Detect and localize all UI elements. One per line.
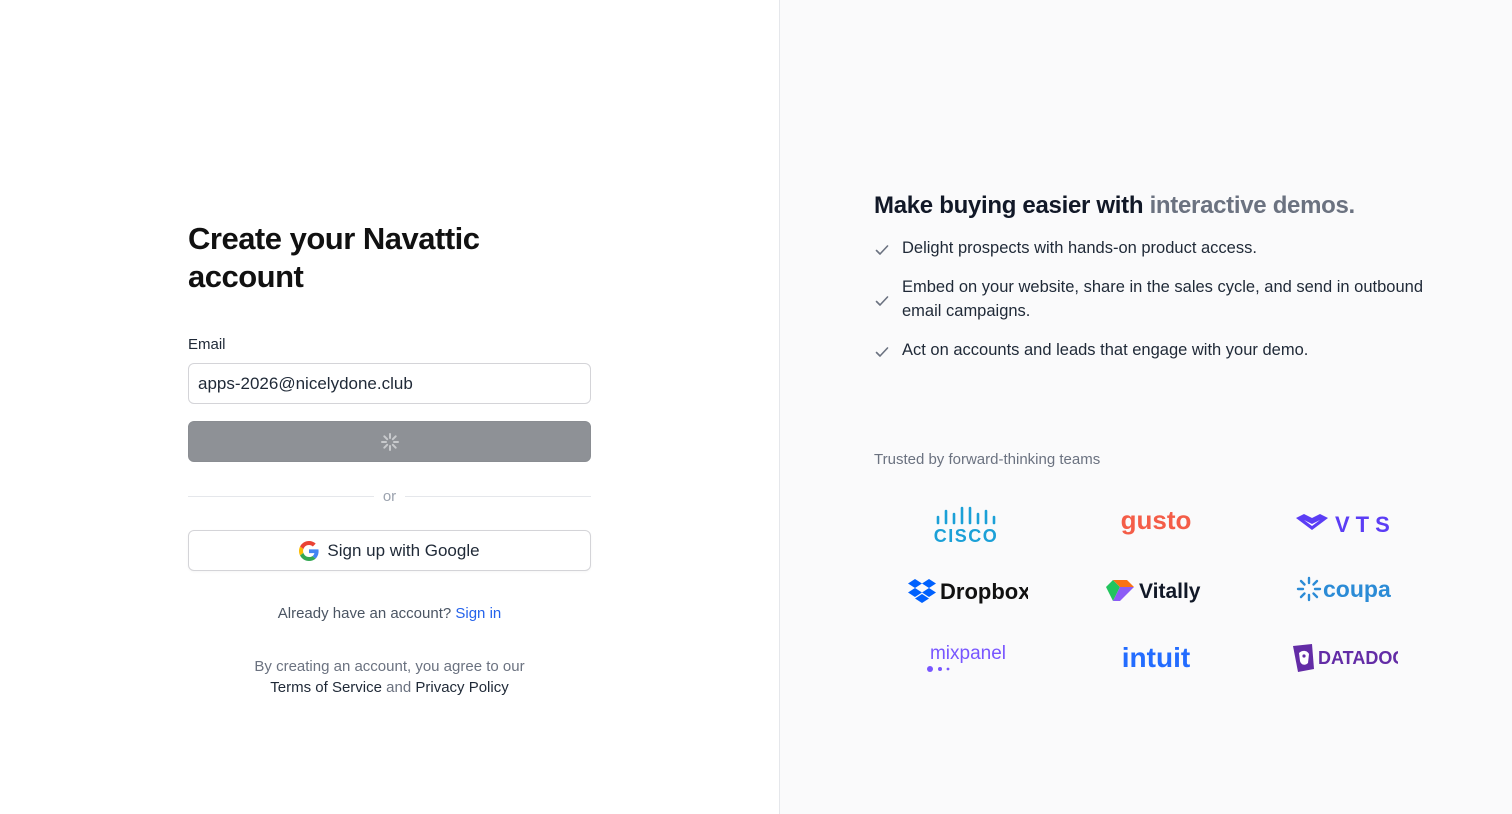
- intuit-logo-icon: intuit: [1122, 642, 1190, 673]
- or-divider: or: [188, 488, 591, 505]
- mixpanel-logo-icon: mixpanel: [927, 643, 1006, 672]
- dropbox-wordmark: Dropbox: [940, 579, 1028, 604]
- dropbox-logo-icon: Dropbox: [908, 578, 1028, 604]
- marketing-panel: Make buying easier with interactive demo…: [780, 0, 1512, 814]
- cisco-wordmark: CISCO: [934, 526, 999, 544]
- feature-item: Embed on your website, share in the sale…: [874, 275, 1434, 323]
- logo-vitally: Vitally: [1062, 557, 1250, 624]
- feature-text: Act on accounts and leads that engage wi…: [902, 341, 1309, 359]
- privacy-policy-link[interactable]: Privacy Policy: [415, 679, 508, 696]
- check-icon: [875, 296, 889, 306]
- gusto-logo-icon: gusto: [1121, 507, 1192, 535]
- logo-dropbox: Dropbox: [874, 557, 1062, 624]
- coupa-logo-icon: coupa: [1296, 576, 1391, 602]
- logo-cisco: CISCO: [874, 490, 1062, 557]
- page-title: Create your Navattic account: [188, 221, 480, 294]
- divider-or-text: or: [382, 488, 397, 505]
- logo-mixpanel: mixpanel: [874, 624, 1062, 691]
- feature-text: Delight prospects with hands-on product …: [902, 239, 1257, 257]
- feature-text: Embed on your website, share in the sale…: [902, 278, 1423, 320]
- trusted-by-label: Trusted by forward-thinking teams: [874, 451, 1101, 468]
- email-label: Email: [188, 336, 226, 353]
- vitally-logo-icon: Vitally: [1106, 579, 1201, 603]
- signup-form: Create your Navattic account Email or: [188, 220, 591, 698]
- signin-prompt-text: Already have an account?: [277, 605, 452, 622]
- signin-prompt: Already have an account? Sign in: [188, 605, 591, 622]
- logo-gusto: gusto: [1062, 490, 1250, 557]
- cisco-logo-icon: CISCO: [934, 506, 999, 544]
- logo-vts: VTS: [1250, 490, 1438, 557]
- feature-item: Act on accounts and leads that engage wi…: [874, 338, 1434, 362]
- vitally-wordmark: Vitally: [1139, 580, 1201, 603]
- terms-and-text: and: [386, 679, 412, 696]
- terms-of-service-link[interactable]: Terms of Service: [270, 679, 382, 696]
- check-icon: [875, 347, 889, 357]
- logo-datadog: DATADOG: [1250, 624, 1438, 691]
- headline-accent: interactive demos.: [1149, 192, 1356, 219]
- google-icon: [299, 540, 319, 561]
- headline-main: Make buying easier with: [874, 192, 1144, 219]
- google-signup-button[interactable]: Sign up with Google: [188, 530, 591, 571]
- logo-intuit: intuit: [1062, 624, 1250, 691]
- value-proposition: Make buying easier with interactive demo…: [874, 190, 1434, 377]
- feature-item: Delight prospects with hands-on product …: [874, 236, 1434, 260]
- terms-notice: By creating an account, you agree to our…: [188, 656, 591, 698]
- datadog-wordmark: DATADOG: [1318, 648, 1398, 668]
- marketing-headline: Make buying easier with interactive demo…: [874, 190, 1434, 222]
- signup-panel: Create your Navattic account Email or: [0, 0, 780, 814]
- mixpanel-wordmark: mixpanel: [930, 643, 1006, 664]
- divider-line-right: [405, 496, 591, 497]
- coupa-wordmark: coupa: [1323, 576, 1391, 602]
- divider-line-left: [188, 496, 374, 497]
- google-button-label: Sign up with Google: [327, 540, 480, 560]
- customer-logo-grid: CISCO gusto VTS Dropbox Vitally coupa mi…: [874, 490, 1438, 691]
- vts-wordmark: VTS: [1335, 512, 1394, 537]
- email-field[interactable]: [188, 363, 591, 404]
- gusto-wordmark: gusto: [1121, 507, 1192, 535]
- terms-prefix-text: By creating an account, you agree to our: [254, 658, 525, 675]
- vts-logo-icon: VTS: [1296, 512, 1394, 537]
- check-icon: [875, 245, 889, 255]
- intuit-wordmark: intuit: [1122, 642, 1190, 673]
- logo-coupa: coupa: [1250, 557, 1438, 624]
- datadog-logo-icon: DATADOG: [1293, 643, 1398, 672]
- loading-spinner-icon: [380, 432, 399, 451]
- continue-button-loading[interactable]: [188, 421, 591, 462]
- feature-list: Delight prospects with hands-on product …: [874, 236, 1434, 362]
- sign-in-link[interactable]: Sign in: [455, 605, 501, 622]
